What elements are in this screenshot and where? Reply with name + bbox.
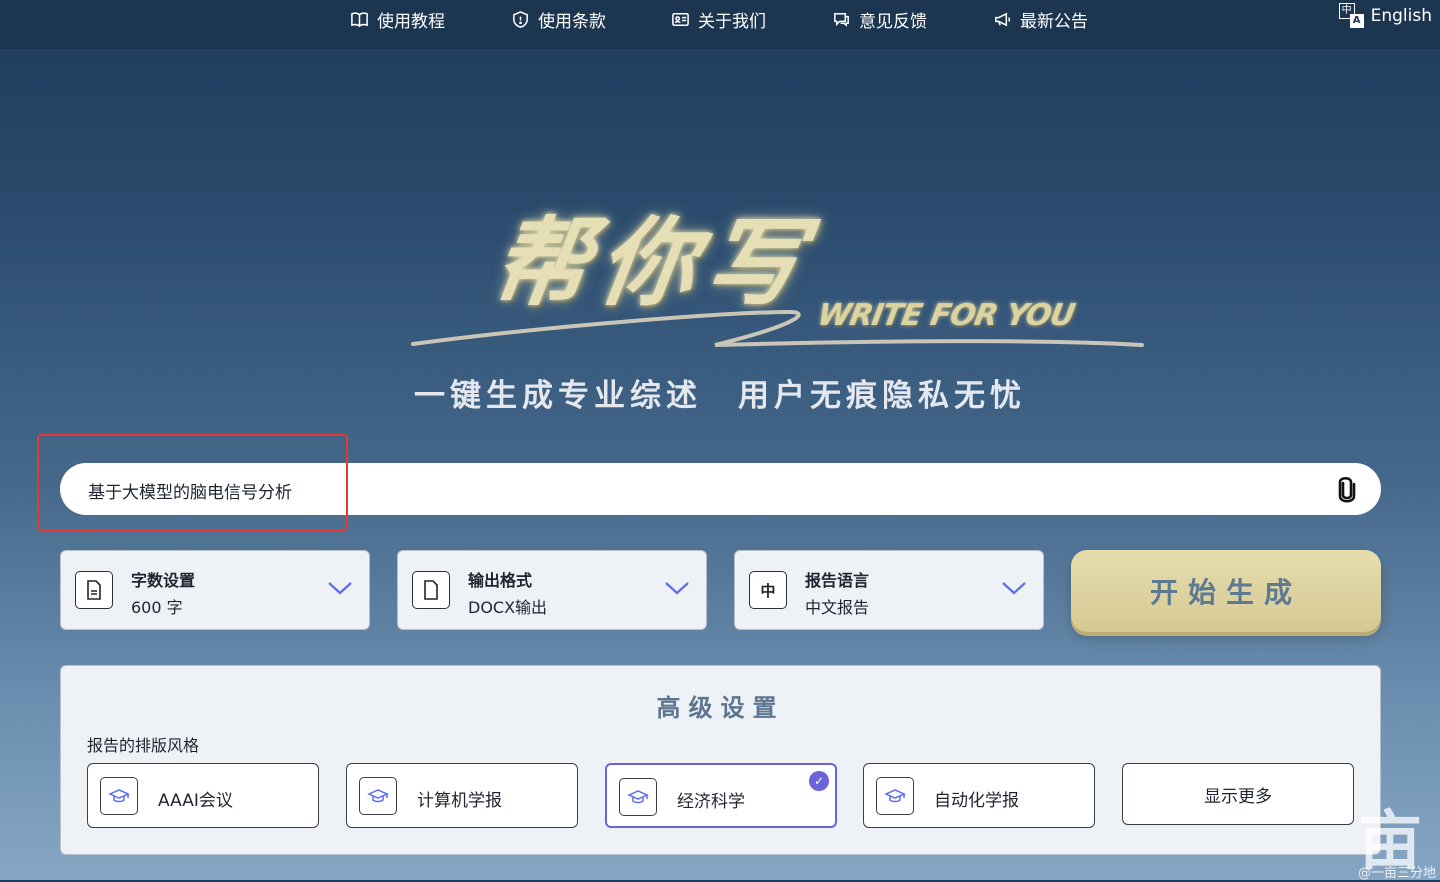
option-label: 字数设置 <box>131 571 196 590</box>
translate-icon: 中 A <box>1338 3 1365 29</box>
chevron-down-icon <box>665 582 689 595</box>
nav-item-label: 最新公告 <box>1020 11 1088 32</box>
graduation-cap-icon <box>100 777 138 815</box>
language-label: English <box>1370 6 1432 26</box>
topic-search-bar <box>60 463 1381 517</box>
id-card-icon <box>672 12 689 26</box>
shield-icon <box>513 10 528 28</box>
nav-item-about[interactable]: 关于我们 <box>671 6 766 32</box>
nav-item-feedback[interactable]: 意见反馈 <box>832 6 927 32</box>
graduation-cap-icon <box>876 777 914 815</box>
option-value: 中文报告 <box>805 598 870 617</box>
paperclip-icon[interactable] <box>1333 475 1361 505</box>
style-option-economic-science[interactable]: 经济科学 ✓ <box>605 763 837 828</box>
logo-subtitle: WRITE FOR YOU <box>814 298 1077 333</box>
check-icon: ✓ <box>809 771 829 791</box>
document-icon <box>412 571 450 609</box>
nav-item-tutorial[interactable]: 使用教程 <box>350 6 445 32</box>
megaphone-icon <box>995 12 1011 26</box>
advanced-settings-title: 高级设置 <box>656 694 785 722</box>
nav-item-label: 使用教程 <box>377 11 445 32</box>
show-more-button[interactable]: 显示更多 <box>1122 763 1354 825</box>
style-option-label: 自动化学报 <box>934 791 1019 811</box>
watermark-text: @一亩三分地 <box>1357 866 1436 881</box>
nav-item-terms[interactable]: 使用条款 <box>511 6 606 32</box>
graduation-cap-icon <box>619 778 657 816</box>
tagline-left: 一键生成专业综述 <box>414 378 702 414</box>
book-icon <box>351 11 368 27</box>
output-format-select[interactable]: 输出格式 DOCX输出 <box>397 550 707 630</box>
nav-item-label: 使用条款 <box>538 11 606 32</box>
chevron-down-icon <box>1002 582 1026 595</box>
tagline-right: 用户无痕隐私无忧 <box>738 378 1026 414</box>
document-lines-icon <box>75 571 113 609</box>
chinese-char-icon: 中 <box>749 571 787 609</box>
nav-item-label: 关于我们 <box>698 11 766 32</box>
start-generate-button[interactable]: 开始生成 <box>1071 550 1381 632</box>
option-value: 600 字 <box>131 598 183 617</box>
report-language-select[interactable]: 中 报告语言 中文报告 <box>734 550 1044 630</box>
nav-item-announcements[interactable]: 最新公告 <box>993 6 1088 32</box>
style-option-label: AAAI会议 <box>158 791 233 811</box>
tagline: 一键生成专业综述 用户无痕隐私无忧 <box>0 370 1440 415</box>
option-label: 报告语言 <box>805 571 870 590</box>
topic-input[interactable] <box>86 463 1320 517</box>
style-option-computer-journal[interactable]: 计算机学报 <box>346 763 578 828</box>
nav-menu: 使用教程 使用条款 关于我们 意见反馈 最新公告 <box>0 0 1440 38</box>
style-option-aaai[interactable]: AAAI会议 <box>87 763 319 828</box>
nav-item-label: 意见反馈 <box>859 11 927 32</box>
chat-icon <box>834 12 849 27</box>
language-switch[interactable]: 中 A English <box>1338 3 1432 29</box>
style-option-label: 经济科学 <box>677 792 745 812</box>
layout-style-label: 报告的排版风格 <box>87 736 200 755</box>
word-count-select[interactable]: 字数设置 600 字 <box>60 550 370 630</box>
option-label: 输出格式 <box>468 571 533 590</box>
top-navbar: 使用教程 使用条款 关于我们 意见反馈 最新公告 中 A English <box>0 0 1440 51</box>
style-option-automation-journal[interactable]: 自动化学报 <box>863 763 1095 828</box>
advanced-settings-panel: 高级设置 报告的排版风格 AAAI会议 计算机学报 经济科学 ✓ 自动化学报 显… <box>60 665 1381 855</box>
chevron-down-icon <box>328 582 352 595</box>
option-value: DOCX输出 <box>468 598 548 617</box>
graduation-cap-icon <box>359 777 397 815</box>
style-option-label: 计算机学报 <box>417 791 502 811</box>
